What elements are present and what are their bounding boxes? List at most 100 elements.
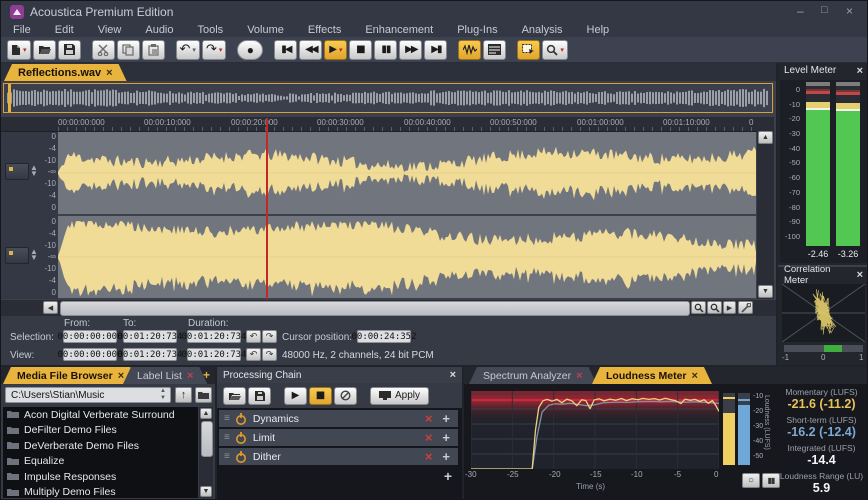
selection-redo-button[interactable]: ↷ <box>262 330 277 343</box>
list-item[interactable]: Acon Digital Verberate Surround <box>3 407 198 423</box>
waveform-vscrollbar[interactable]: ▲ ▼ <box>757 117 774 299</box>
tab-label-list[interactable]: Label List × <box>123 367 207 384</box>
ruler-settings-button[interactable] <box>738 301 753 314</box>
chevron-down-icon[interactable]: ▾ <box>560 46 564 54</box>
spinner-down-icon[interactable]: ▼ <box>160 395 166 401</box>
spinner-up-icon[interactable]: ▲ <box>160 388 166 394</box>
close-button[interactable]: × <box>846 4 853 18</box>
correlation-meter-title-bar[interactable]: Correlation Meter × <box>778 267 868 282</box>
menu-file[interactable]: File <box>1 24 43 36</box>
chain-stop-button[interactable]: ■ <box>309 387 332 405</box>
hscroll-thumb[interactable] <box>60 301 690 316</box>
maximize-button[interactable]: □ <box>821 4 828 16</box>
scroll-thumb[interactable] <box>201 421 213 457</box>
close-icon[interactable]: × <box>576 370 582 382</box>
processing-chain-title-bar[interactable]: Processing Chain × <box>217 367 462 383</box>
tab-reflections[interactable]: Reflections.wav × <box>4 64 127 81</box>
minimize-button[interactable]: – <box>797 4 804 18</box>
selection-duration-field[interactable]: 00:01:20:734 <box>187 330 241 343</box>
waveform-channel-2[interactable] <box>58 216 756 298</box>
remove-icon[interactable]: × <box>425 449 433 464</box>
chain-save-button[interactable] <box>248 387 271 405</box>
cursor-position-field[interactable]: 00:00:24:352 <box>357 330 411 343</box>
menu-effects[interactable]: Effects <box>296 24 353 36</box>
close-icon[interactable]: × <box>692 370 698 382</box>
playback-cursor[interactable] <box>266 118 268 299</box>
channel1-controls[interactable] <box>5 163 29 180</box>
undo-button[interactable]: ↶ ▾ <box>176 40 200 60</box>
menu-plugins[interactable]: Plug-Ins <box>445 24 509 36</box>
add-icon[interactable]: + <box>442 411 450 426</box>
menu-audio[interactable]: Audio <box>133 24 185 36</box>
list-item[interactable]: Impulse Responses <box>3 469 198 485</box>
chain-bypass-button[interactable] <box>334 387 357 405</box>
fast-forward-button[interactable]: ▶▶ <box>399 40 422 60</box>
zoom-out-button[interactable] <box>707 301 722 314</box>
power-icon[interactable] <box>235 432 247 444</box>
tab-loudness-meter[interactable]: Loudness Meter × <box>592 367 712 384</box>
scroll-up-button[interactable]: ▲ <box>200 408 212 419</box>
list-item[interactable]: DeVerberate Demo Files <box>3 438 198 454</box>
scroll-down-button[interactable]: ▼ <box>758 285 773 298</box>
new-file-button[interactable]: ▾ <box>7 40 31 60</box>
chain-play-button[interactable]: ▶ <box>284 387 307 405</box>
close-icon[interactable]: × <box>857 269 863 281</box>
menu-help[interactable]: Help <box>575 24 622 36</box>
go-to-start-button[interactable]: ▮◀ <box>274 40 297 60</box>
scroll-up-button[interactable]: ▲ <box>758 131 773 144</box>
media-list-scrollbar[interactable]: ▲ ▼ <box>199 407 213 498</box>
folder-up-button[interactable]: ↑ <box>175 387 192 403</box>
drag-handle-icon[interactable]: ≡ <box>224 432 230 443</box>
paste-button[interactable] <box>142 40 165 60</box>
close-icon[interactable]: × <box>118 370 124 382</box>
level-meter-title-bar[interactable]: Level Meter × <box>778 63 868 78</box>
record-button[interactable]: ● <box>237 40 263 60</box>
open-button[interactable] <box>33 40 56 60</box>
waveform-channel-1[interactable] <box>58 132 756 214</box>
browse-folder-button[interactable] <box>195 387 212 403</box>
chevron-down-icon[interactable]: ▾ <box>339 46 343 54</box>
selection-tool-button[interactable] <box>517 40 540 60</box>
chain-item-dynamics[interactable]: ≡ Dynamics × + <box>219 410 458 427</box>
overview-cursor[interactable] <box>8 84 11 112</box>
chevron-down-icon[interactable]: ▾ <box>192 46 196 54</box>
chain-item-dither[interactable]: ≡ Dither × + <box>219 448 458 465</box>
scroll-left-button[interactable]: ◀ <box>43 301 58 314</box>
close-icon[interactable]: × <box>857 65 863 77</box>
pause-button[interactable]: ▮▮ <box>374 40 397 60</box>
selection-to-field[interactable]: 00:01:20:734 <box>123 330 177 343</box>
channel2-controls[interactable] <box>5 247 29 264</box>
menu-enhancement[interactable]: Enhancement <box>353 24 445 36</box>
add-icon[interactable]: + <box>442 449 450 464</box>
menu-view[interactable]: View <box>86 24 134 36</box>
media-file-list[interactable]: Acon Digital Verberate Surround DeFilter… <box>3 407 198 498</box>
channel1-resize-arrows[interactable]: ▼ <box>30 169 38 178</box>
zoom-tool-button[interactable]: ▾ <box>542 40 568 60</box>
zoom-in-button[interactable] <box>691 301 706 314</box>
list-item[interactable]: DeFilter Demo Files <box>3 423 198 439</box>
remove-icon[interactable]: × <box>425 411 433 426</box>
add-icon[interactable]: + <box>442 430 450 445</box>
chevron-down-icon[interactable]: ▾ <box>23 46 27 54</box>
channel2-resize-arrows[interactable]: ▼ <box>30 253 38 262</box>
power-icon[interactable] <box>235 451 247 463</box>
chain-item-limit[interactable]: ≡ Limit × + <box>219 429 458 446</box>
power-icon[interactable] <box>235 413 247 425</box>
add-effect-button[interactable]: + <box>444 468 452 484</box>
stop-button[interactable]: ■ <box>349 40 372 60</box>
drag-handle-icon[interactable]: ≡ <box>224 413 230 424</box>
scroll-down-button[interactable]: ▼ <box>200 486 212 497</box>
close-icon[interactable]: × <box>106 67 112 79</box>
menu-tools[interactable]: Tools <box>186 24 236 36</box>
loudness-reset-button[interactable]: ○ <box>742 473 760 488</box>
waveform-hscrollbar[interactable]: ◀ ▶ <box>1 300 776 316</box>
scroll-right-button[interactable]: ▶ <box>723 301 736 314</box>
go-to-end-button[interactable]: ▶▮ <box>424 40 447 60</box>
multichannel-view-button[interactable] <box>483 40 506 60</box>
menu-edit[interactable]: Edit <box>43 24 86 36</box>
menu-analysis[interactable]: Analysis <box>510 24 575 36</box>
waveform-overview[interactable] <box>3 83 773 113</box>
close-icon[interactable]: × <box>187 370 193 382</box>
timeline-ruler[interactable]: 00:00:00:000 00:00:10:000 00:00:20:000 0… <box>1 117 757 132</box>
add-tab-button[interactable]: + <box>203 368 210 382</box>
